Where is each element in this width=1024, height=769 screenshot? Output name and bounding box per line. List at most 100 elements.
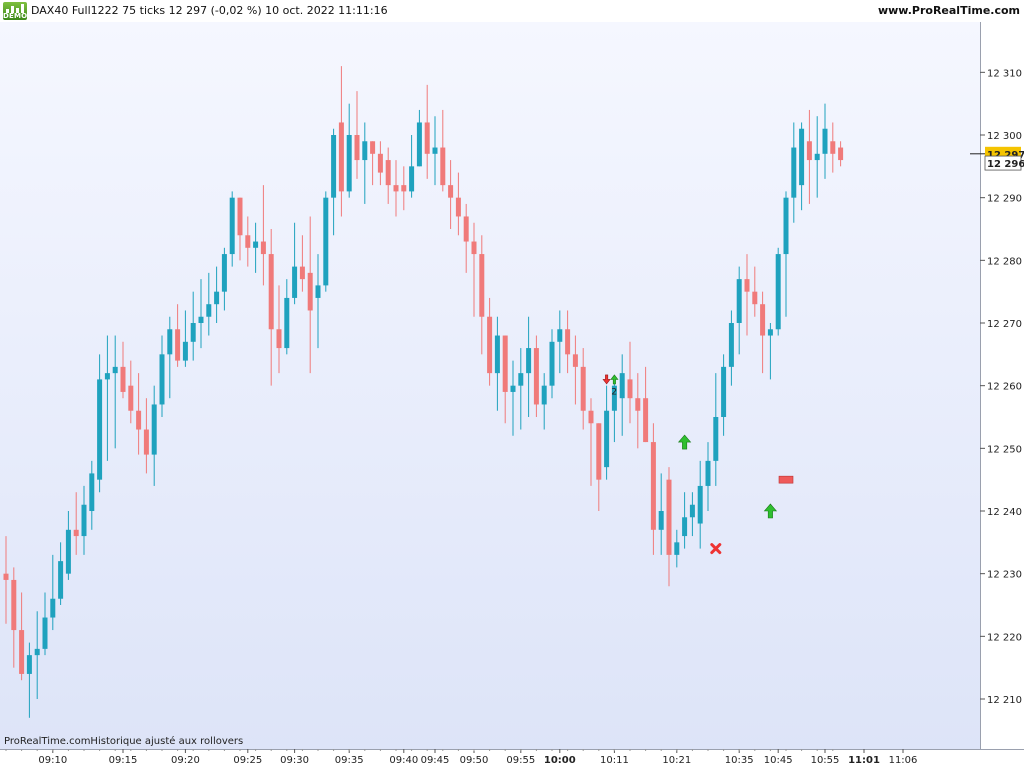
candle-body-53 xyxy=(416,122,422,167)
candle-body-95 xyxy=(744,279,750,292)
candle-body-87 xyxy=(682,517,688,537)
price-tick-label-0: 12 210 xyxy=(987,695,1022,706)
time-tick-label-7: 09:45 xyxy=(421,755,450,766)
price-tick-label-10: 12 310 xyxy=(987,68,1022,79)
candle-body-73 xyxy=(572,354,578,367)
candle-body-99 xyxy=(775,254,781,330)
candle-body-49 xyxy=(385,160,391,186)
candle-body-44 xyxy=(346,135,352,192)
price-tick-label-5: 12 260 xyxy=(987,382,1022,393)
candle-body-68 xyxy=(533,348,539,405)
signal-up-arrow-2 xyxy=(677,434,692,450)
time-tick-label-15: 10:55 xyxy=(811,755,840,766)
candle-body-77 xyxy=(604,410,610,468)
time-tick-label-5: 09:35 xyxy=(335,755,364,766)
candle-body-24 xyxy=(190,323,196,342)
candle-body-11 xyxy=(89,473,95,512)
candle-body-34 xyxy=(268,254,274,330)
price-tick-label-9: 12 300 xyxy=(987,131,1022,142)
candle-body-55 xyxy=(432,147,438,154)
time-tick-label-13: 10:35 xyxy=(725,755,754,766)
time-tick-label-1: 09:15 xyxy=(109,755,138,766)
candle-body-96 xyxy=(752,291,758,305)
candle-body-20 xyxy=(159,354,165,405)
candle-body-61 xyxy=(479,254,485,317)
price-tick-label-2: 12 230 xyxy=(987,570,1022,581)
candle-body-88 xyxy=(689,504,695,518)
candle-body-0 xyxy=(3,573,9,580)
candle-body-1 xyxy=(11,579,17,631)
time-tick-label-2: 09:20 xyxy=(171,755,200,766)
candle-body-106 xyxy=(830,141,836,154)
price-tick-label-3: 12 240 xyxy=(987,507,1022,518)
candle-body-63 xyxy=(494,335,500,374)
candle-body-98 xyxy=(767,329,773,336)
candle-body-97 xyxy=(760,304,766,336)
candles xyxy=(3,66,844,718)
candle-body-101 xyxy=(791,147,797,198)
signal-up-arrow-1 xyxy=(610,374,619,385)
candle-body-39 xyxy=(307,272,313,311)
time-tick-label-3: 09:25 xyxy=(233,755,262,766)
candle-body-27 xyxy=(214,291,220,305)
candle-body-86 xyxy=(674,542,680,555)
candle-body-74 xyxy=(580,366,586,411)
candle-body-8 xyxy=(65,529,71,574)
candle-body-71 xyxy=(557,329,563,342)
candle-body-25 xyxy=(198,316,204,324)
candle-body-51 xyxy=(401,185,407,192)
price-tick-label-1: 12 220 xyxy=(987,632,1022,643)
candle-body-19 xyxy=(151,404,157,455)
price-tick-label-8: 12 290 xyxy=(987,194,1022,205)
price-tick-label-7: 12 280 xyxy=(987,256,1022,267)
candle-body-75 xyxy=(588,410,594,424)
candle-body-43 xyxy=(338,122,344,192)
candle-body-37 xyxy=(292,266,298,298)
signal-down-arrow-0 xyxy=(602,374,611,385)
time-tick-label-11: 10:11 xyxy=(600,755,629,766)
candle-body-3 xyxy=(26,655,32,674)
candle-body-52 xyxy=(409,166,415,192)
candle-body-31 xyxy=(245,235,251,248)
candle-body-80 xyxy=(627,379,633,399)
candle-body-36 xyxy=(284,297,290,349)
candle-body-50 xyxy=(393,185,399,192)
candle-body-41 xyxy=(323,197,329,286)
candle-body-102 xyxy=(799,128,805,186)
candle-body-7 xyxy=(58,561,64,599)
candle-body-26 xyxy=(206,304,212,317)
candle-body-72 xyxy=(565,329,571,355)
candle-body-38 xyxy=(299,266,305,280)
candle-body-66 xyxy=(518,373,524,386)
candle-body-85 xyxy=(666,479,672,555)
candle-body-33 xyxy=(260,241,266,255)
candle-body-35 xyxy=(276,329,282,349)
candle-body-83 xyxy=(650,442,656,530)
time-tick-label-10: 10:00 xyxy=(544,755,576,766)
candle-body-48 xyxy=(377,153,383,173)
candle-body-46 xyxy=(362,141,368,161)
candle-body-40 xyxy=(315,285,321,298)
candle-body-30 xyxy=(237,197,243,236)
candle-body-47 xyxy=(370,141,376,154)
candle-body-93 xyxy=(728,323,734,367)
candle-body-2 xyxy=(19,630,25,674)
candle-body-6 xyxy=(50,598,56,618)
candle-body-29 xyxy=(229,197,235,255)
candle-body-105 xyxy=(822,128,828,154)
candle-body-9 xyxy=(73,529,79,537)
candle-body-70 xyxy=(549,341,555,386)
candle-body-82 xyxy=(643,398,649,443)
candle-body-65 xyxy=(510,385,516,392)
candle-body-57 xyxy=(448,185,454,198)
candle-body-14 xyxy=(112,366,118,374)
candle-body-104 xyxy=(814,153,820,161)
signal-level-rect-5 xyxy=(778,475,794,484)
candle-body-28 xyxy=(221,254,227,292)
time-tick-label-9: 09:55 xyxy=(506,755,535,766)
candle-body-32 xyxy=(253,241,259,248)
time-tick-label-6: 09:40 xyxy=(389,755,418,766)
price-markers: 12 29712 296 xyxy=(970,146,1024,171)
candle-body-94 xyxy=(736,279,742,324)
candle-body-79 xyxy=(619,373,625,399)
